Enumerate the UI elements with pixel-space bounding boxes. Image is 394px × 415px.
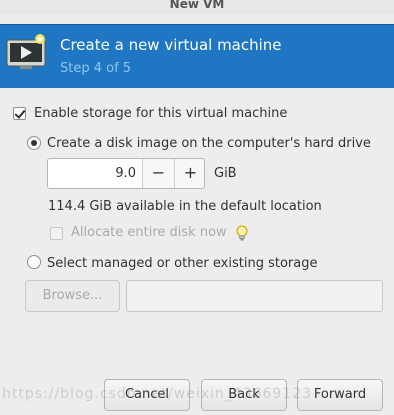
disk-size-spinbutton[interactable]: 9.0 − + <box>47 158 205 189</box>
disk-size-value[interactable]: 9.0 <box>48 159 136 188</box>
managed-storage-label[interactable]: Select managed or other existing storage <box>47 256 317 271</box>
decrement-button[interactable]: − <box>142 159 174 188</box>
enable-storage-checkbox[interactable] <box>13 107 26 120</box>
allocate-disk-label: Allocate entire disk now <box>71 225 227 240</box>
allocate-disk-checkbox[interactable] <box>50 227 63 240</box>
cancel-button[interactable]: Cancel <box>104 379 190 411</box>
lightbulb-icon <box>235 225 249 243</box>
enable-storage-label[interactable]: Enable storage for this virtual machine <box>34 106 287 121</box>
create-disk-label[interactable]: Create a disk image on the computer's ha… <box>47 136 371 151</box>
wizard-step-indicator: Step 4 of 5 <box>60 61 132 76</box>
window-title: New VM <box>169 0 225 11</box>
back-button[interactable]: Back <box>201 379 287 411</box>
forward-button[interactable]: Forward <box>297 379 383 411</box>
wizard-header: Create a new virtual machine Step 4 of 5 <box>0 24 394 88</box>
storage-path-input[interactable] <box>126 280 383 312</box>
disk-size-unit: GiB <box>214 166 237 181</box>
wizard-title: Create a new virtual machine <box>60 36 282 54</box>
create-disk-radio[interactable] <box>27 136 41 150</box>
available-space-text: 114.4 GiB available in the default locat… <box>48 199 322 214</box>
increment-button[interactable]: + <box>174 159 204 188</box>
managed-storage-radio[interactable] <box>27 255 41 269</box>
window-titlebar: New VM <box>0 0 394 14</box>
vm-monitor-icon <box>6 33 50 73</box>
browse-button[interactable]: Browse... <box>25 280 120 312</box>
